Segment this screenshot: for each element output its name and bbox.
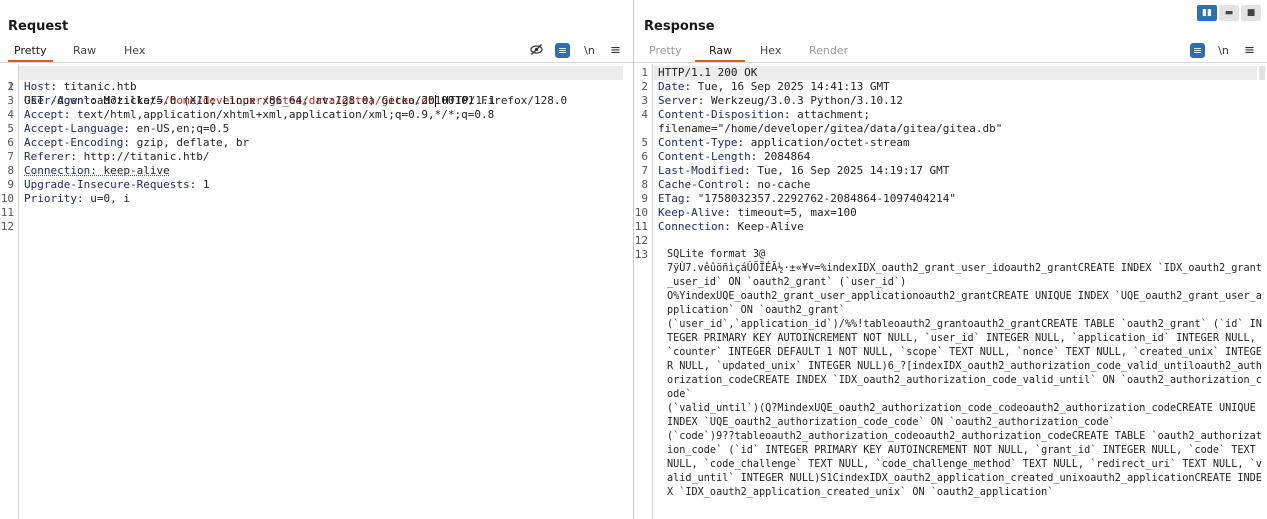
response-line-3: 3 Server: Werkzeug/3.0.3 Python/3.10.12	[641, 94, 904, 107]
split-vertical-icon[interactable]: ▬	[1219, 5, 1239, 21]
menu-icon[interactable]: ≡	[1242, 43, 1257, 58]
newline-icon[interactable]: \n	[1216, 43, 1231, 58]
tab-response-raw[interactable]: Raw	[709, 44, 732, 57]
tab-response-hex[interactable]: Hex	[760, 44, 781, 57]
response-line-2: 2 Date: Tue, 16 Sep 2025 14:41:13 GMT	[641, 80, 890, 93]
response-body: SQLite format 3@ 7ÿÙ7.vêûöñìçáÛÕÏÉÃ½·±«¥…	[667, 249, 1262, 498]
response-editor[interactable]: 1 HTTP/1.1 200 OK 2 Date: Tue, 16 Sep 2025…	[634, 64, 1267, 519]
eye-slash-icon[interactable]	[529, 43, 544, 58]
response-line-1: 1 HTTP/1.1 200 OK	[641, 66, 758, 79]
request-line-1: 1 GET /download?ticket=/home/developer/g…	[7, 80, 496, 107]
request-line-6: 6 Accept-Encoding: gzip, deflate, br	[7, 136, 250, 149]
split-horizontal-icon[interactable]: ▮▮	[1197, 5, 1217, 21]
tab-request-pretty[interactable]: Pretty	[14, 44, 47, 57]
request-line-7: 7 Referer: http://titanic.htb/	[7, 150, 210, 163]
request-line-10: 10 Priority: u=0, i	[0, 192, 130, 205]
tab-response-render[interactable]: Render	[809, 44, 848, 57]
request-line-5: 5 Accept-Language: en-US,en;q=0.5	[7, 122, 230, 135]
newline-icon[interactable]: \n	[582, 43, 597, 58]
response-line-7: 7 Last-Modified: Tue, 16 Sep 2025 14:19:1…	[641, 164, 950, 177]
response-pane: ▮▮ ▬ ■ Response Pretty Raw Hex Render ≡ …	[634, 0, 1267, 519]
response-line-5: 5 Content-Type: application/octet-stream	[641, 136, 910, 149]
response-tabs: Pretty Raw Hex Render	[634, 41, 1267, 62]
response-line-10: 10 Keep-Alive: timeout=5, max=100	[634, 206, 857, 219]
request-title: Request	[8, 19, 69, 34]
single-pane-icon[interactable]: ■	[1241, 5, 1261, 21]
response-line-4-wrap: filename="/home/developer/gitea/data/git…	[658, 122, 1003, 135]
tab-request-raw[interactable]: Raw	[73, 44, 96, 57]
request-line-11: 11	[0, 206, 14, 219]
request-pane: Request Pretty Raw Hex ≡ \n ≡ 1 GET /dow…	[0, 0, 633, 519]
request-line-3: 3 User-Agent: Mozilla/5.0 (X11; Linux x86…	[7, 94, 568, 107]
response-line-8: 8 Cache-Control: no-cache	[641, 178, 811, 191]
request-line-8: 8 Connection: keep-alive	[7, 164, 170, 177]
request-line-12: 12	[0, 220, 14, 233]
response-title: Response	[644, 19, 715, 34]
response-line-12: 12	[634, 234, 648, 247]
menu-icon[interactable]: ≡	[608, 43, 623, 58]
wrap-icon[interactable]: ≡	[555, 43, 570, 58]
request-line-9: 9 Upgrade-Insecure-Requests: 1	[7, 178, 210, 191]
response-line-9: 9 ETag: "1758032357.2292762-2084864-10974…	[641, 192, 957, 205]
tab-response-pretty[interactable]: Pretty	[649, 44, 682, 57]
scrollbar[interactable]	[1259, 66, 1265, 80]
wrap-icon[interactable]: ≡	[1190, 43, 1205, 58]
response-line-11: 11 Connection: Keep-Alive	[634, 220, 804, 233]
request-editor[interactable]: 1 GET /download?ticket=/home/developer/g…	[0, 64, 633, 519]
request-line-2: 2 Host: titanic.htb	[7, 80, 137, 93]
response-line-4: 4 Content-Disposition: attachment;	[641, 108, 870, 121]
tab-request-hex[interactable]: Hex	[124, 44, 145, 57]
response-line-6: 6 Content-Length: 2084864	[641, 150, 811, 163]
request-line-4: 4 Accept: text/html,application/xhtml+xml…	[7, 108, 495, 121]
